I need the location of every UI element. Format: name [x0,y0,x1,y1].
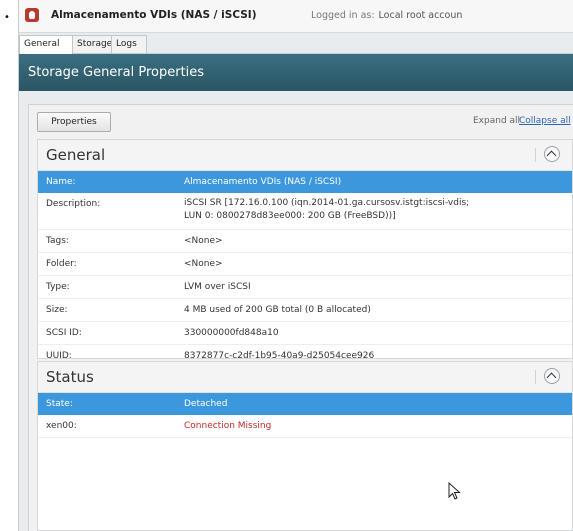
section-title: General [46,146,106,164]
page-banner: Storage General Properties [19,54,573,91]
mouse-cursor-icon [448,482,461,500]
property-value: LVM over iSCSI [184,282,251,292]
chevron-up-icon[interactable] [544,368,560,384]
list-bullet: • [4,12,10,23]
header-divider [535,370,536,384]
property-row[interactable]: SCSI ID: 330000000fd848a10 [38,322,572,345]
storage-repository-icon [25,8,39,22]
property-value: Almacenamento VDIs (NAS / iSCSI) [184,177,342,187]
description-line: LUN 0: 0800278d83ee000: 200 GB (FreeBSD)… [184,211,396,221]
property-value: 330000000fd848a10 [184,328,279,338]
logged-in-info: Logged in as: Local root accoun [311,10,462,21]
property-value: Detached [184,399,228,409]
property-label: SCSI ID: [46,328,82,338]
connection-status: Connection Missing [184,421,272,431]
property-row[interactable]: xen00: Connection Missing [38,415,572,438]
property-label: Size: [46,305,68,315]
property-label: Tags: [46,236,69,246]
property-row[interactable]: Tags: <None> [38,230,572,253]
section-title: Status [46,368,94,386]
property-row[interactable]: Type: LVM over iSCSI [38,276,572,299]
tab-storage[interactable]: Storage [72,35,115,53]
page-title: Storage General Properties [28,65,205,80]
property-value: <None> [184,236,223,246]
xencenter-window: Almacenamento VDIs (NAS / iSCSI) Logged … [18,0,573,531]
expand-all-link[interactable]: Expand all [473,116,520,126]
header-divider [535,148,536,162]
property-value: 4 MB used of 200 GB total (0 B allocated… [184,305,371,315]
section-header[interactable]: Status [38,362,572,393]
property-row[interactable]: Name: Almacenamento VDIs (NAS / iSCSI) [38,171,572,193]
status-section: Status State: Detached xen00: Connection… [37,361,573,531]
property-row[interactable]: State: Detached [38,393,572,415]
property-row[interactable]: Size: 4 MB used of 200 GB total (0 B all… [38,299,572,322]
property-label: Type: [46,282,70,292]
chevron-up-icon[interactable] [544,146,560,162]
section-header[interactable]: General [38,140,572,171]
property-row[interactable]: Folder: <None> [38,253,572,276]
description-line: iSCSI SR [172.16.0.100 (iqn.2014-01.ga.c… [184,198,470,208]
window-title: Almacenamento VDIs (NAS / iSCSI) [51,9,257,21]
title-bar: Almacenamento VDIs (NAS / iSCSI) Logged … [19,0,573,33]
tab-bar: General Storage Logs [19,35,573,54]
property-value: iSCSI SR [172.16.0.100 (iqn.2014-01.ga.c… [184,197,469,223]
property-value: <None> [184,259,223,269]
logged-in-user: Local root accoun [378,10,463,21]
collapse-all-link[interactable]: Collapse all [519,116,571,126]
general-section: General Name: Almacenamento VDIs (NAS / … [37,139,573,361]
property-label: xen00: [46,421,77,431]
logged-in-label: Logged in as: [311,10,375,21]
properties-panel: Properties Expand all Collapse all Gener… [28,104,573,531]
property-label: UUID: [46,351,72,361]
tab-logs[interactable]: Logs [111,35,147,53]
tab-general[interactable]: General [19,35,73,54]
properties-button[interactable]: Properties [37,112,111,132]
property-row[interactable]: Description: iSCSI SR [172.16.0.100 (iqn… [38,193,572,230]
property-value: 8372877c-c2df-1b95-40a9-d25054cee926 [184,351,375,361]
property-label: Description: [46,199,101,209]
property-label: State: [46,399,73,409]
property-label: Name: [46,177,76,187]
property-label: Folder: [46,259,77,269]
